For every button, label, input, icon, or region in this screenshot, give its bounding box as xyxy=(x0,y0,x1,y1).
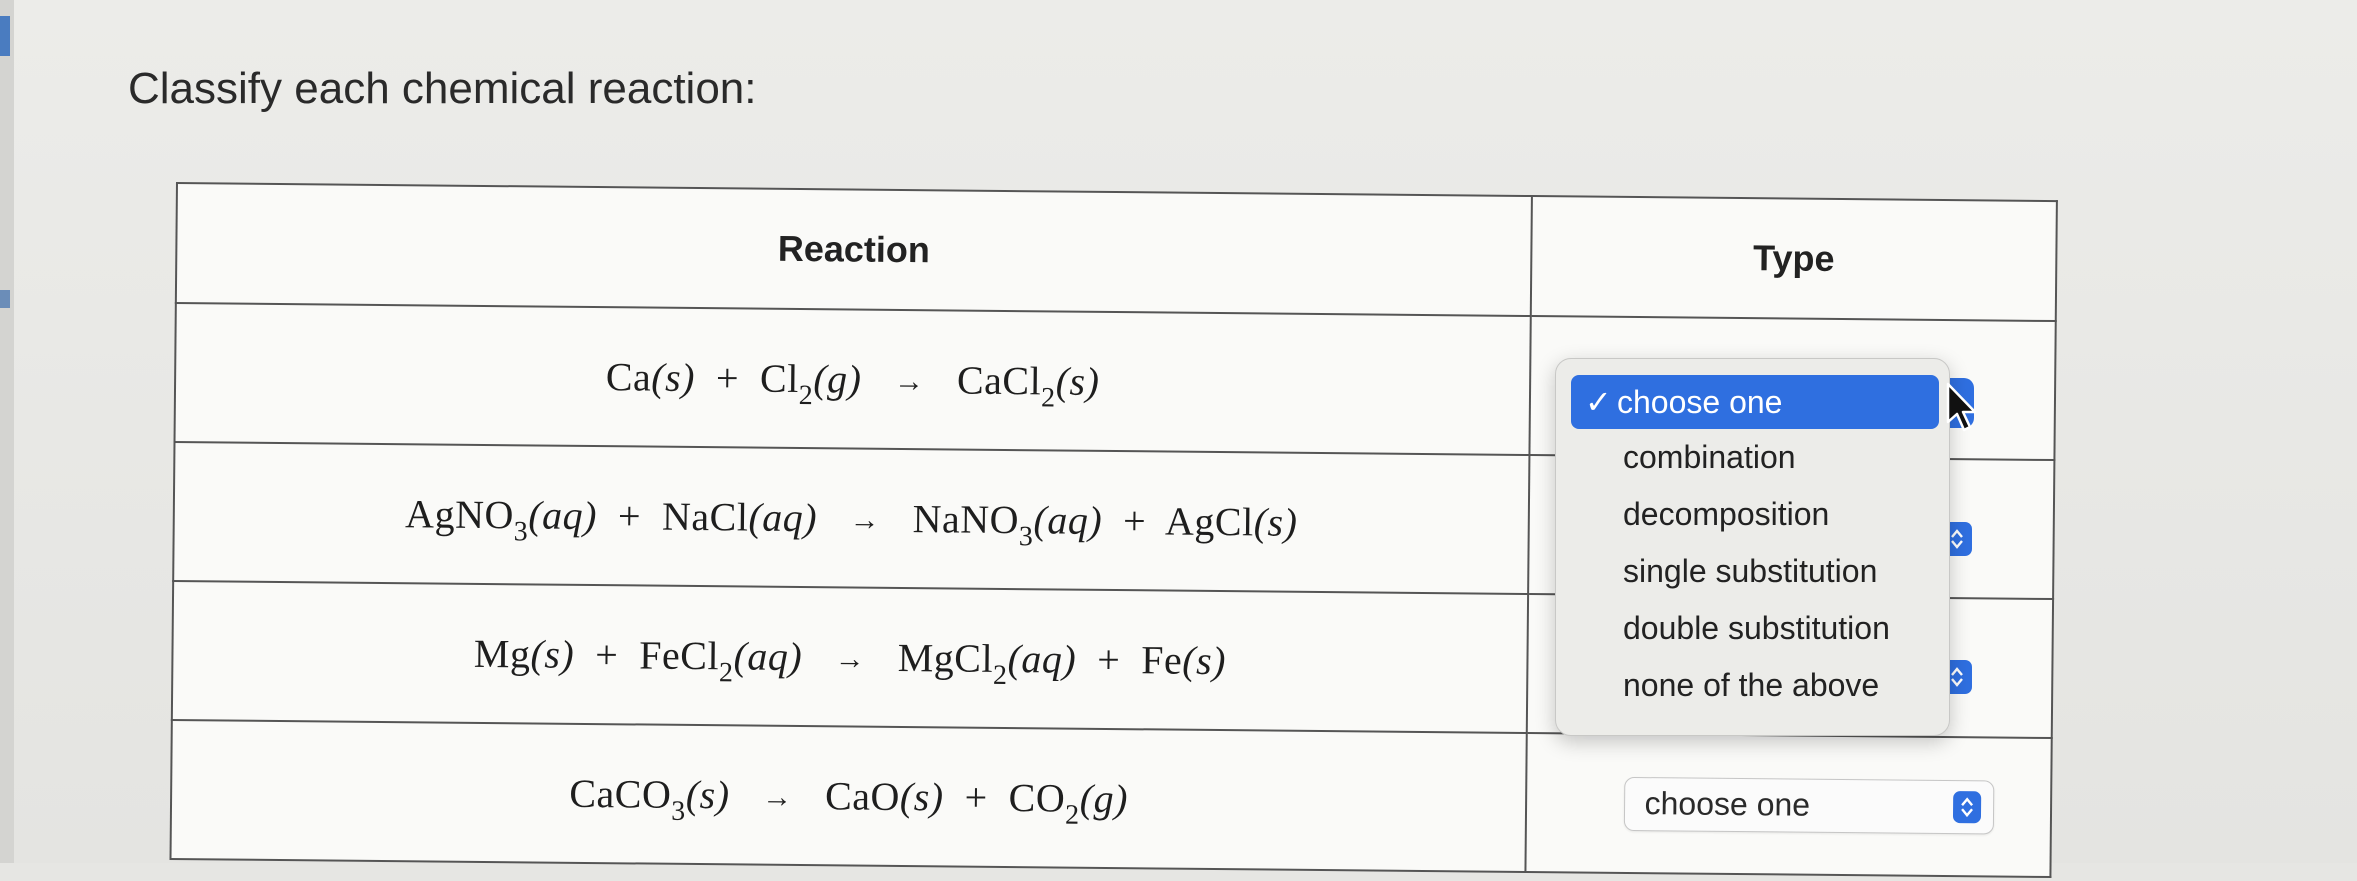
state: (s) xyxy=(530,631,575,677)
left-edge-strip xyxy=(0,0,14,863)
dropdown-option-single-substitution[interactable]: single substitution xyxy=(1556,543,1949,600)
state: (g) xyxy=(1079,775,1129,822)
dropdown-option-double-substitution[interactable]: double substitution xyxy=(1556,600,1949,657)
reaction-cell: AgNO3(aq) + NaCl(aq) → NaNO3(aq) + AgCl(… xyxy=(173,441,1530,594)
plus-sign: + xyxy=(1096,636,1121,683)
formula: AgCl xyxy=(1164,498,1254,545)
state: (s) xyxy=(1055,358,1100,404)
edge-marker xyxy=(0,16,10,56)
formula: Mg xyxy=(473,630,531,677)
formula: Ca xyxy=(605,354,652,400)
plus-sign: + xyxy=(964,774,988,820)
reaction-cell: Mg(s) + FeCl2(aq) → MgCl2(aq) + Fe(s) xyxy=(171,580,1529,733)
state: (s) xyxy=(1253,499,1298,545)
subscript: 2 xyxy=(1040,382,1056,414)
reaction-arrow: → xyxy=(761,780,793,814)
formula: CaCO xyxy=(569,770,672,817)
state: (s) xyxy=(685,771,730,818)
state: (aq) xyxy=(1033,497,1103,543)
plus-sign: + xyxy=(595,632,619,678)
reaction-equation-4: CaCO3(s) → CaO(s) + CO2(g) xyxy=(569,770,1129,831)
subscript: 2 xyxy=(1064,799,1080,831)
dropdown-option-decomposition[interactable]: decomposition xyxy=(1556,486,1949,543)
state: (s) xyxy=(651,354,696,400)
formula: Cl xyxy=(759,355,800,401)
question-prompt: Classify each chemical reaction: xyxy=(128,64,757,113)
formula: CO xyxy=(1008,775,1066,821)
formula: FeCl xyxy=(639,632,720,679)
option-label: choose one xyxy=(1617,384,1783,420)
header-type: Type xyxy=(1530,196,2057,322)
edge-marker xyxy=(0,290,10,308)
reaction-cell: CaCO3(s) → CaO(s) + CO2(g) xyxy=(170,719,1527,872)
dropdown-option-choose-one[interactable]: ✓ choose one xyxy=(1571,375,1939,429)
state: (aq) xyxy=(1007,636,1077,682)
state: (aq) xyxy=(733,633,803,680)
subscript: 3 xyxy=(671,795,686,827)
state: (s) xyxy=(1182,637,1227,684)
page: Classify each chemical reaction: Reactio… xyxy=(0,0,2357,879)
formula: CaCl xyxy=(956,357,1042,404)
formula: NaNO xyxy=(912,496,1020,543)
subscript: 3 xyxy=(513,516,529,548)
reaction-equation-2: AgNO3(aq) + NaCl(aq) → NaNO3(aq) + AgCl(… xyxy=(404,491,1298,552)
plus-sign: + xyxy=(617,493,642,539)
reaction-equation-1: Ca(s) + Cl2(g) → CaCl2(s) xyxy=(605,354,1100,413)
updown-stepper-icon xyxy=(1952,790,1981,823)
dropdown-option-none-of-the-above[interactable]: none of the above xyxy=(1556,657,1949,714)
state: (s) xyxy=(899,773,944,820)
state: (aq) xyxy=(748,494,818,541)
formula: MgCl xyxy=(897,634,994,681)
plus-sign: + xyxy=(1122,498,1147,544)
state: (g) xyxy=(813,356,862,402)
type-cell: choose one xyxy=(1525,732,2052,878)
dropdown-option-combination[interactable]: combination xyxy=(1556,429,1949,486)
table-header-row: Reaction Type xyxy=(175,183,2057,322)
subscript: 3 xyxy=(1018,521,1034,553)
mouse-pointer-icon xyxy=(1945,382,1979,439)
formula: Fe xyxy=(1141,637,1183,683)
reaction-arrow: → xyxy=(849,503,881,537)
formula: CaO xyxy=(824,773,901,819)
select-value: choose one xyxy=(1644,785,1811,823)
formula: AgNO xyxy=(404,491,515,538)
reaction-equation-3: Mg(s) + FeCl2(aq) → MgCl2(aq) + Fe(s) xyxy=(473,630,1227,691)
subscript: 2 xyxy=(718,657,734,689)
subscript: 2 xyxy=(992,659,1008,692)
reaction-arrow: → xyxy=(834,642,866,676)
type-dropdown-menu: ✓ choose one combination decomposition s… xyxy=(1555,358,1950,736)
header-reaction: Reaction xyxy=(175,183,1532,317)
subscript: 2 xyxy=(798,379,814,412)
reaction-arrow: → xyxy=(893,364,925,399)
reaction-cell: Ca(s) + Cl2(g) → CaCl2(s) xyxy=(174,303,1531,456)
plus-sign: + xyxy=(715,355,740,401)
checkmark-icon: ✓ xyxy=(1585,384,1612,420)
type-select-4[interactable]: choose one xyxy=(1623,776,1994,834)
formula: NaCl xyxy=(661,493,749,540)
state: (aq) xyxy=(528,492,598,539)
table-row: CaCO3(s) → CaO(s) + CO2(g) choose one xyxy=(170,719,2052,878)
